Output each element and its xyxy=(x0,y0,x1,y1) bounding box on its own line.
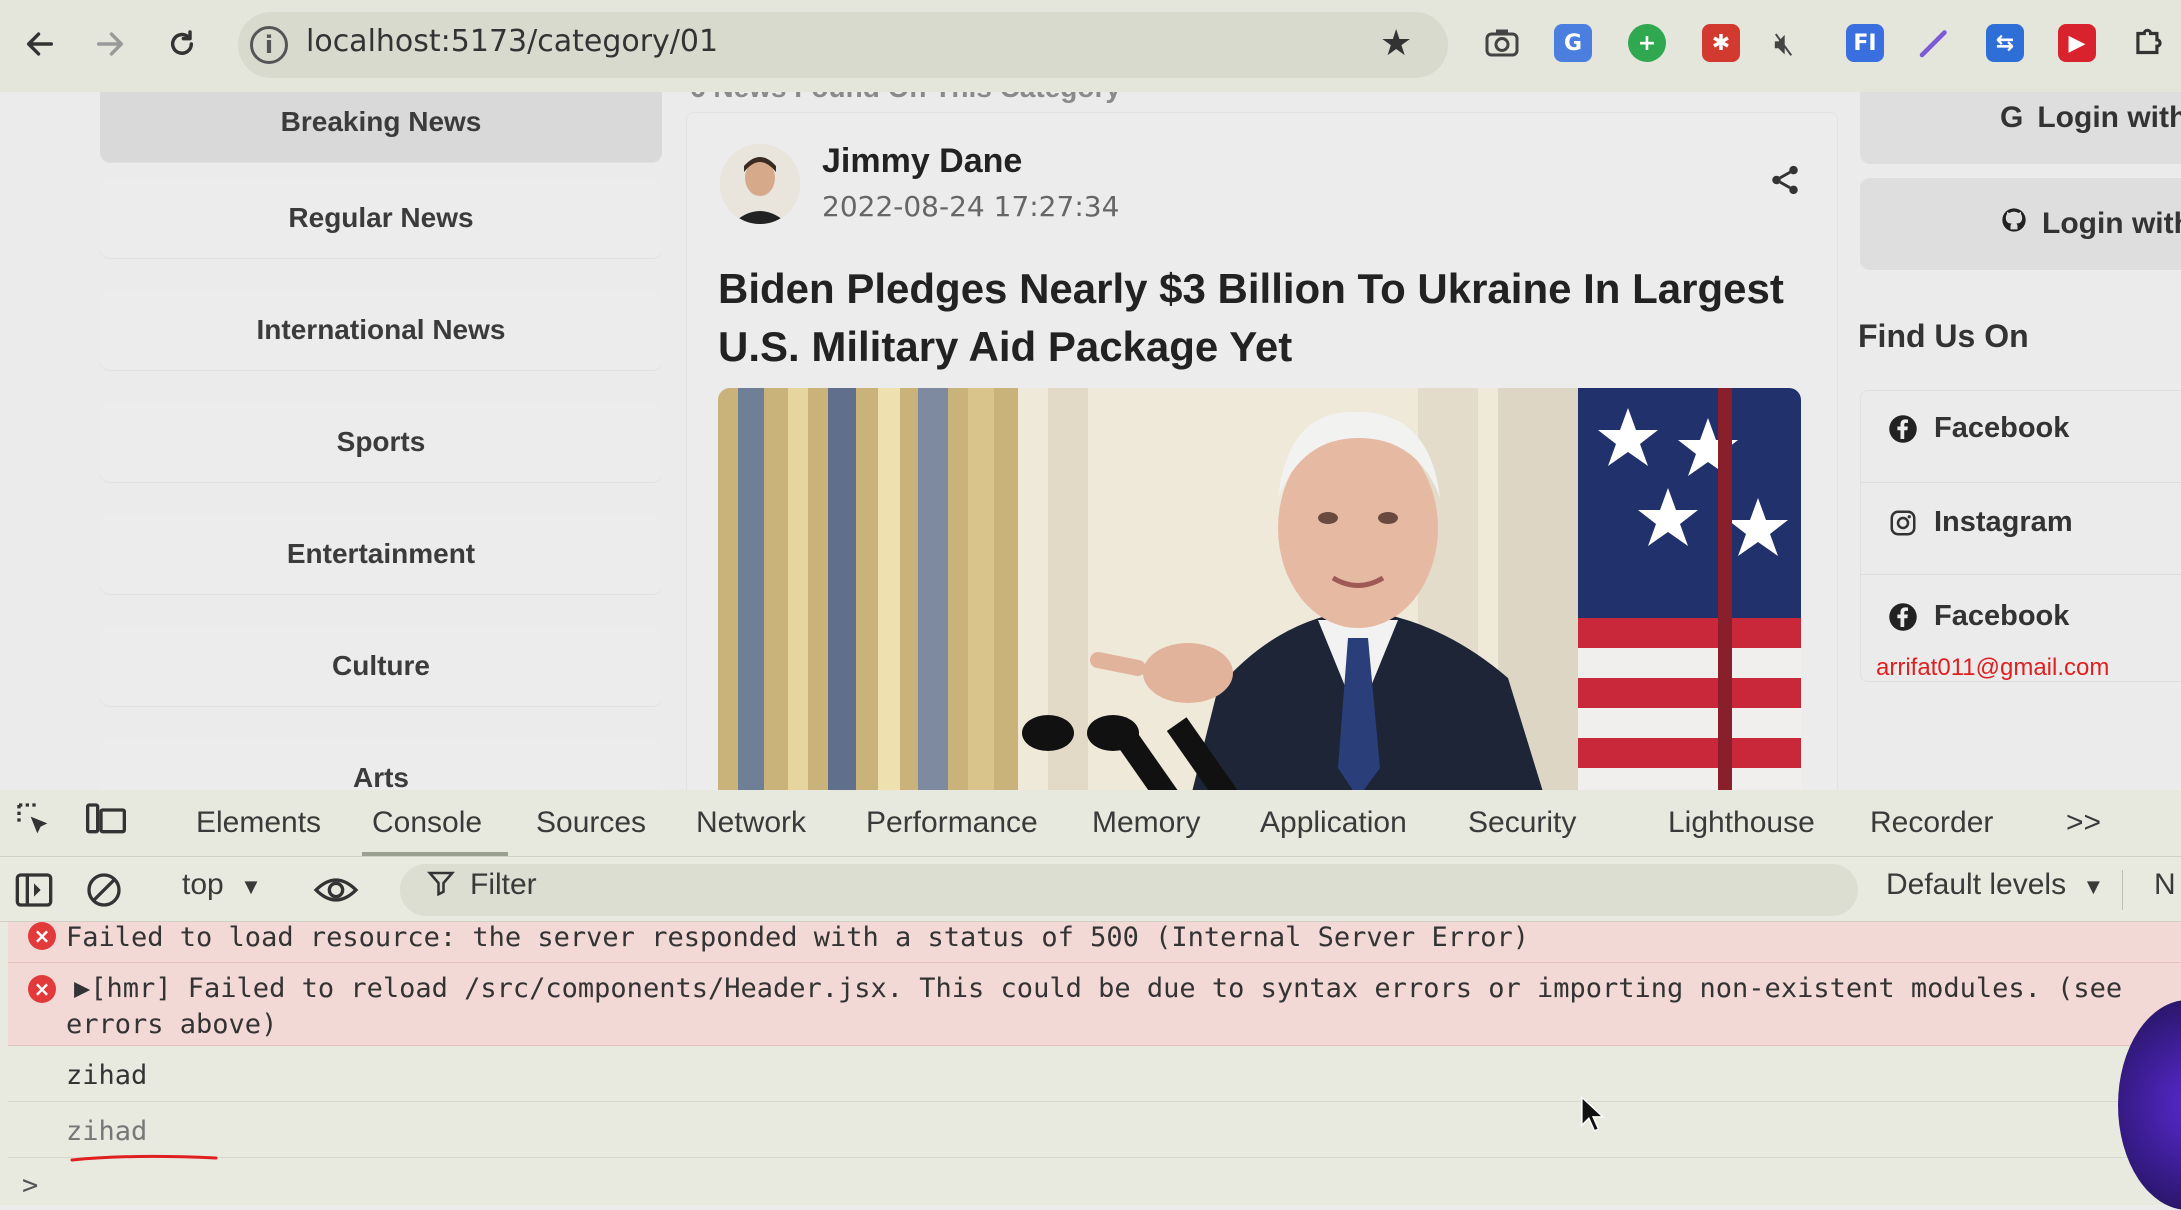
toolbar-divider xyxy=(2122,870,2123,910)
active-tab-indicator xyxy=(362,852,508,856)
dropdown-arrow-icon: ▼ xyxy=(2082,874,2105,899)
tab-extension-icon[interactable]: ⇆ xyxy=(1986,24,2024,62)
news-count-text: 6 News Found On This Category xyxy=(690,92,1121,104)
tab-performance[interactable]: Performance xyxy=(866,806,1038,840)
social-instagram-link[interactable]: Instagram xyxy=(1888,506,2073,539)
arrow-left-icon xyxy=(26,32,54,56)
log-levels-label: Default levels xyxy=(1886,868,2067,901)
more-tabs-button[interactable]: >> xyxy=(2066,806,2101,840)
social-facebook-link-2[interactable]: Facebook xyxy=(1888,600,2069,633)
issues-truncated[interactable]: N xyxy=(2154,868,2176,902)
tab-network[interactable]: Network xyxy=(696,806,806,840)
mute-icon[interactable]: 🔇︎ xyxy=(1774,24,1794,63)
console-error-text-cont: errors above) xyxy=(66,1009,278,1040)
tab-console[interactable]: Console xyxy=(372,806,482,840)
reload-icon xyxy=(170,30,194,55)
console-log-text: zihad xyxy=(66,1116,148,1147)
site-info-icon[interactable]: i xyxy=(250,26,288,64)
author-name: Jimmy Dane xyxy=(822,142,1023,180)
filter-input[interactable] xyxy=(400,864,1858,916)
mouse-cursor-icon xyxy=(1580,1095,1606,1137)
social-instagram-label: Instagram xyxy=(1934,506,2073,538)
tab-application[interactable]: Application xyxy=(1260,806,1407,840)
device-toolbar-icon[interactable] xyxy=(84,800,128,845)
article-headline[interactable]: Biden Pledges Nearly $3 Billion To Ukrai… xyxy=(718,260,1818,376)
tab-security[interactable]: Security xyxy=(1468,806,1576,840)
page-viewport: 6 News Found On This Category Breaking N… xyxy=(0,92,2181,790)
console-log-text: zihad xyxy=(66,1060,148,1091)
sidebar-toggle-icon[interactable] xyxy=(14,870,54,915)
console-log-row[interactable]: zihad xyxy=(8,1046,2181,1102)
context-selector[interactable]: top ▼ xyxy=(182,868,262,902)
filter-placeholder: Filter xyxy=(470,868,537,901)
devtools-tab-bar xyxy=(0,790,2181,857)
pen-icon[interactable] xyxy=(1916,24,1952,67)
category-international-news[interactable]: International News xyxy=(100,290,662,370)
facebook-icon xyxy=(1889,602,1917,631)
arrow-right-icon xyxy=(96,32,124,56)
camera-icon[interactable] xyxy=(1484,26,1520,65)
social-divider xyxy=(1861,482,2181,483)
red-underline-annotation xyxy=(70,1154,218,1162)
author-avatar xyxy=(720,144,800,224)
category-regular-news[interactable]: Regular News xyxy=(100,178,662,258)
published-date: 2022-08-24 17:27:34 xyxy=(822,190,1120,223)
error-icon: × xyxy=(28,922,56,950)
tab-recorder[interactable]: Recorder xyxy=(1870,806,1993,840)
google-icon: G xyxy=(2000,101,2024,134)
category-breaking-news[interactable]: Breaking News xyxy=(100,92,662,162)
filter-icon xyxy=(426,868,456,906)
bug-extension-icon[interactable]: ✱ xyxy=(1702,24,1740,62)
log-levels-dropdown[interactable]: Default levels ▼ xyxy=(1886,868,2104,902)
bookmark-star-icon[interactable]: ★ xyxy=(1380,22,1412,64)
console-error-text: ▶[hmr] Failed to reload /src/components/… xyxy=(74,973,2123,1004)
puzzle-icon[interactable] xyxy=(2130,24,2168,67)
clear-console-icon[interactable] xyxy=(84,870,124,915)
translate-icon[interactable]: G xyxy=(1554,24,1592,62)
live-expression-eye-icon[interactable] xyxy=(312,870,360,915)
tab-memory[interactable]: Memory xyxy=(1092,806,1200,840)
contact-email[interactable]: arrifat011@gmail.com xyxy=(1876,654,2109,682)
shield-extension-icon[interactable]: ▶ xyxy=(2058,24,2096,62)
instagram-icon xyxy=(1890,510,1916,535)
category-arts[interactable]: Arts xyxy=(100,738,662,790)
console-error-text: Failed to load resource: the server resp… xyxy=(66,922,1529,953)
tab-lighthouse[interactable]: Lighthouse xyxy=(1668,806,1815,840)
console-log-row[interactable]: zihad xyxy=(8,1102,2181,1158)
article-photo[interactable] xyxy=(718,388,1801,790)
fi-extension-icon[interactable]: FI xyxy=(1846,24,1884,62)
plus-extension-icon[interactable]: + xyxy=(1628,24,1666,62)
console-error-row[interactable]: × ▶[hmr] Failed to reload /src/component… xyxy=(8,963,2181,1046)
login-google-button[interactable]: G Login with xyxy=(1860,92,2181,164)
category-entertainment[interactable]: Entertainment xyxy=(100,514,662,594)
error-icon: × xyxy=(28,975,56,1003)
reload-button[interactable] xyxy=(152,14,212,74)
social-divider xyxy=(1861,574,2181,575)
url-text[interactable]: localhost:5173/category/01 xyxy=(306,24,718,59)
login-github-label: Login with xyxy=(2042,207,2181,240)
tab-elements[interactable]: Elements xyxy=(196,806,321,840)
find-us-title: Find Us On xyxy=(1858,318,2029,354)
share-icon[interactable] xyxy=(1768,162,1802,203)
facebook-icon xyxy=(1889,414,1917,443)
dropdown-arrow-icon: ▼ xyxy=(240,874,262,899)
category-sports[interactable]: Sports xyxy=(100,402,662,482)
github-icon xyxy=(2000,206,2028,242)
social-facebook-link[interactable]: Facebook xyxy=(1888,412,2069,445)
forward-button[interactable] xyxy=(80,14,140,74)
social-facebook-label: Facebook xyxy=(1934,412,2070,444)
back-button[interactable] xyxy=(10,14,70,74)
category-culture[interactable]: Culture xyxy=(100,626,662,706)
login-google-label: Login with xyxy=(2037,101,2181,134)
console-error-row[interactable]: × Failed to load resource: the server re… xyxy=(8,922,2181,963)
login-github-button[interactable]: Login with xyxy=(1860,178,2181,270)
context-label: top xyxy=(182,868,224,901)
tab-sources[interactable]: Sources xyxy=(536,806,646,840)
social-facebook-label-2: Facebook xyxy=(1934,600,2070,632)
console-prompt[interactable]: > xyxy=(22,1170,38,1201)
inspect-element-icon[interactable] xyxy=(14,800,54,845)
